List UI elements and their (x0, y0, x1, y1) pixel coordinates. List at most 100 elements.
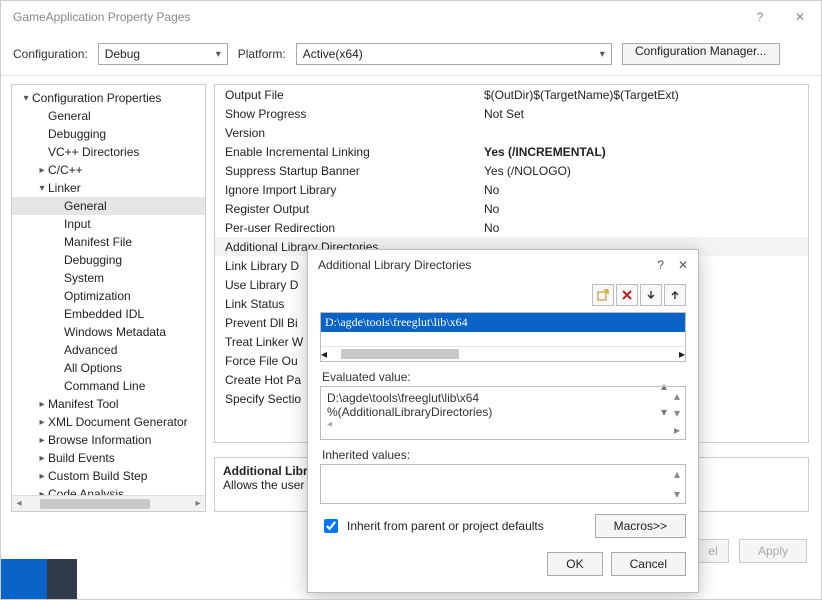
ok-button-fragment[interactable]: el (697, 539, 729, 563)
dialog-footer: OK Cancel (308, 538, 698, 576)
configuration-dropdown[interactable]: Debug ▾ (98, 43, 228, 65)
chevron-right-icon[interactable]: ▸ (36, 417, 48, 428)
tree-node-label: Windows Metadata (64, 325, 166, 339)
property-value[interactable]: No (480, 202, 808, 216)
scroll-thumb[interactable] (341, 349, 459, 359)
tree-node-label: Command Line (64, 379, 145, 393)
scroll-thumb[interactable] (40, 499, 150, 509)
scroll-left-icon[interactable]: ◂ (321, 347, 327, 361)
property-row[interactable]: Register OutputNo (215, 199, 808, 218)
inherited-values-box: ▴▾ (320, 464, 686, 504)
tree-node[interactable]: ▸Custom Build Step (12, 467, 205, 485)
property-row[interactable]: Show ProgressNot Set (215, 104, 808, 123)
tree-node-label: Manifest File (64, 235, 132, 249)
chevron-right-icon[interactable]: ▸ (36, 399, 48, 410)
tree-node[interactable]: All Options (12, 359, 205, 377)
configuration-label: Configuration: (13, 47, 88, 61)
property-row[interactable]: Ignore Import LibraryNo (215, 180, 808, 199)
vertical-scrollbar[interactable]: ▴▾ (671, 467, 683, 501)
tree-node-label: Configuration Properties (32, 91, 161, 105)
inherit-checkbox[interactable] (324, 519, 338, 533)
tree-node[interactable]: Advanced (12, 341, 205, 359)
tree-node[interactable]: VC++ Directories (12, 143, 205, 161)
tree-node-label: General (48, 109, 91, 123)
tree-node[interactable]: ▸Manifest Tool (12, 395, 205, 413)
property-row[interactable]: Output File$(OutDir)$(TargetName)$(Targe… (215, 85, 808, 104)
dialog-close-icon[interactable]: ✕ (678, 258, 688, 272)
tree-node[interactable]: General (12, 107, 205, 125)
tree-node[interactable]: Embedded IDL (12, 305, 205, 323)
help-icon[interactable]: ? (749, 10, 771, 24)
tree-node[interactable]: ▸C/C++ (12, 161, 205, 179)
cancel-button[interactable]: Cancel (611, 552, 686, 576)
property-row[interactable]: Enable Incremental LinkingYes (/INCREMEN… (215, 142, 808, 161)
move-down-icon[interactable] (640, 284, 662, 306)
property-value[interactable]: Not Set (480, 107, 808, 121)
chevron-down-icon: ▾ (600, 49, 605, 60)
property-value[interactable]: No (480, 221, 808, 235)
tree-node[interactable]: Optimization (12, 287, 205, 305)
chevron-right-icon[interactable]: ▸ (36, 435, 48, 446)
macros-button-label: Macros>> (614, 519, 667, 533)
tree-node[interactable]: Debugging (12, 125, 205, 143)
new-line-icon[interactable] (592, 284, 614, 306)
property-row[interactable]: Version (215, 123, 808, 142)
dialog-toolbar (308, 280, 698, 312)
chevron-down-icon[interactable]: ▾ (36, 183, 48, 194)
property-name: Register Output (215, 202, 480, 216)
window-controls: ? ✕ (749, 10, 811, 24)
tree-node[interactable]: Debugging (12, 251, 205, 269)
tree-node[interactable]: System (12, 269, 205, 287)
tree-node[interactable]: ▸XML Document Generator (12, 413, 205, 431)
property-row[interactable]: Suppress Startup BannerYes (/NOLOGO) (215, 161, 808, 180)
nav-tree[interactable]: ▾Configuration PropertiesGeneralDebuggin… (11, 84, 206, 512)
close-icon[interactable]: ✕ (789, 10, 811, 24)
property-value[interactable]: Yes (/NOLOGO) (480, 164, 808, 178)
chevron-right-icon[interactable]: ▸ (36, 471, 48, 482)
dialog-help-icon[interactable]: ? (657, 258, 664, 272)
chevron-right-icon[interactable]: ▸ (36, 165, 48, 176)
tree-node-label: Optimization (64, 289, 131, 303)
delete-icon[interactable] (616, 284, 638, 306)
property-row[interactable]: Per-user RedirectionNo (215, 218, 808, 237)
tree-node[interactable]: General (12, 197, 205, 215)
scroll-left-icon[interactable]: ◂ (12, 498, 26, 509)
scroll-right-icon[interactable]: ▸ (191, 498, 205, 509)
tree-scrollbar[interactable]: ◂ ▸ (12, 495, 205, 511)
tree-node-label: Build Events (48, 451, 115, 465)
ok-button[interactable]: OK (547, 552, 602, 576)
chevron-down-icon[interactable]: ▾ (20, 93, 32, 104)
property-value[interactable]: $(OutDir)$(TargetName)$(TargetExt) (480, 88, 808, 102)
property-value[interactable]: Yes (/INCREMENTAL) (480, 145, 808, 159)
platform-dropdown[interactable]: Active(x64) ▾ (296, 43, 612, 65)
tree-node-label: Embedded IDL (64, 307, 144, 321)
eval-scroll-left: ◂ (327, 419, 679, 430)
evaluated-line-2: %(AdditionalLibraryDirectories) (327, 405, 679, 419)
chevron-down-icon: ▾ (216, 49, 221, 60)
property-name: Suppress Startup Banner (215, 164, 480, 178)
tree-node[interactable]: Command Line (12, 377, 205, 395)
tree-node[interactable]: ▾Linker (12, 179, 205, 197)
tree-node[interactable]: Input (12, 215, 205, 233)
apply-button[interactable]: Apply (739, 539, 807, 563)
ok-button-fragment-label: el (708, 544, 717, 558)
tree-node-label: Custom Build Step (48, 469, 147, 483)
property-value[interactable]: No (480, 183, 808, 197)
scroll-right-icon[interactable]: ▸ (679, 347, 685, 361)
tree-node-label: VC++ Directories (48, 145, 139, 159)
configuration-manager-button[interactable]: Configuration Manager... (622, 43, 780, 65)
titlebar: GameApplication Property Pages ? ✕ (1, 1, 821, 33)
move-up-icon[interactable] (664, 284, 686, 306)
tree-node-label: Debugging (64, 253, 122, 267)
chevron-right-icon[interactable]: ▸ (36, 453, 48, 464)
tree-node[interactable]: ▸Browse Information (12, 431, 205, 449)
tree-node[interactable]: ▾Configuration Properties (12, 89, 205, 107)
paths-listbox[interactable]: D:\agde\tools\freeglut\lib\x64 ◂▸ ▴▾ (320, 312, 686, 362)
tree-node[interactable]: Windows Metadata (12, 323, 205, 341)
tree-node[interactable]: ▸Build Events (12, 449, 205, 467)
vertical-scrollbar[interactable]: ▴▾▸ (671, 389, 683, 437)
macros-button[interactable]: Macros>> (595, 514, 686, 538)
apply-button-label: Apply (758, 544, 788, 558)
tree-node[interactable]: Manifest File (12, 233, 205, 251)
path-entry-selected[interactable]: D:\agde\tools\freeglut\lib\x64 (321, 313, 685, 332)
